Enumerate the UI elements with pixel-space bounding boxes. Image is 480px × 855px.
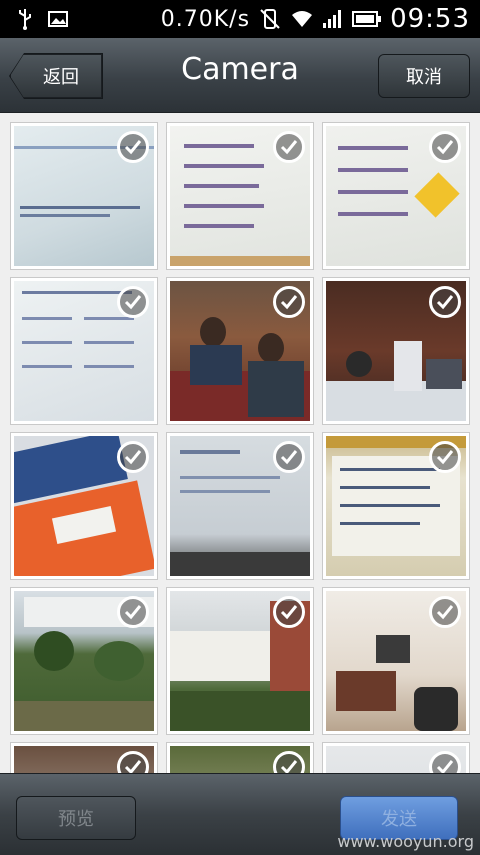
watermark-text: www.wooyun.org — [337, 832, 474, 851]
photo-thumbnail[interactable] — [166, 277, 314, 425]
selected-check-icon[interactable] — [273, 596, 305, 628]
usb-icon — [16, 8, 34, 30]
clock: 09:53 — [390, 4, 470, 34]
vibrate-off-icon — [258, 7, 282, 31]
selected-check-icon[interactable] — [273, 131, 305, 163]
selected-check-icon[interactable] — [273, 441, 305, 473]
photo-thumbnail[interactable] — [10, 122, 158, 270]
photo-thumbnail[interactable] — [322, 742, 470, 773]
photo-thumbnail[interactable] — [10, 587, 158, 735]
selected-check-icon[interactable] — [117, 286, 149, 318]
selected-check-icon[interactable] — [429, 596, 461, 628]
cancel-button[interactable]: 取消 — [378, 54, 470, 98]
signal-icon — [322, 9, 344, 29]
selected-check-icon[interactable] — [429, 131, 461, 163]
title-bar: 返回 Camera 取消 — [0, 38, 480, 113]
photo-thumbnail[interactable] — [322, 432, 470, 580]
send-button-label: 发送 — [381, 809, 417, 830]
selected-check-icon[interactable] — [429, 441, 461, 473]
photo-grid — [0, 113, 480, 773]
photo-thumbnail[interactable] — [10, 432, 158, 580]
photo-thumbnail[interactable] — [166, 122, 314, 270]
cancel-button-label: 取消 — [406, 67, 442, 88]
photo-thumbnail[interactable] — [10, 742, 158, 773]
selected-check-icon[interactable] — [117, 131, 149, 163]
photo-thumbnail[interactable] — [166, 432, 314, 580]
photo-thumbnail[interactable] — [166, 587, 314, 735]
bottom-action-bar: 预览 发送 www.wooyun.org — [0, 773, 480, 855]
photo-thumbnail[interactable] — [10, 277, 158, 425]
photo-thumbnail[interactable] — [166, 742, 314, 773]
wifi-icon — [290, 9, 314, 29]
selected-check-icon[interactable] — [273, 286, 305, 318]
status-bar: 0.70K/s 09:53 — [0, 0, 480, 38]
selected-check-icon[interactable] — [117, 596, 149, 628]
battery-icon — [352, 10, 382, 28]
preview-button-label: 预览 — [58, 809, 94, 830]
photo-thumbnail[interactable] — [322, 277, 470, 425]
image-icon — [48, 10, 68, 28]
network-speed: 0.70K/s — [160, 6, 251, 32]
selected-check-icon[interactable] — [429, 286, 461, 318]
preview-button[interactable]: 预览 — [16, 796, 136, 840]
photo-thumbnail[interactable] — [322, 122, 470, 270]
selected-check-icon[interactable] — [117, 441, 149, 473]
photo-thumbnail[interactable] — [322, 587, 470, 735]
